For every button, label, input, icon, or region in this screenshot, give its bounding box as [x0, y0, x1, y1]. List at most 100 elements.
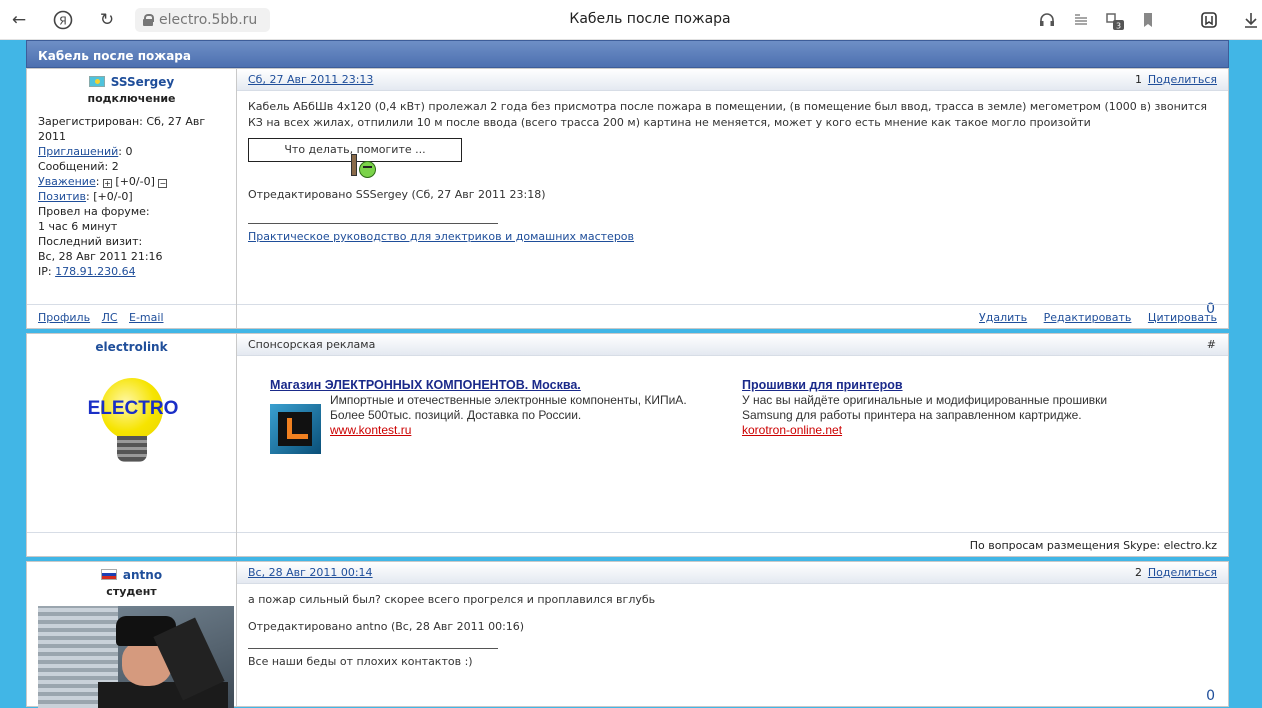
signature-text: Все наши беды от плохих контактов :)	[248, 655, 473, 668]
author-info: Зарегистрирован: Сб, 27 Авг 2011 Приглаш…	[27, 105, 236, 279]
ad-line: Импортные и отечественные электронные ко…	[330, 393, 687, 407]
ad-item: Магазин ЭЛЕКТРОННЫХ КОМПОНЕНТОВ. Москва.…	[270, 378, 740, 454]
minus-box-icon[interactable]: −	[158, 179, 168, 188]
smiley-icon	[359, 161, 376, 178]
extensions-icon[interactable]: 3	[1103, 9, 1125, 31]
author-name[interactable]: antno	[123, 568, 162, 582]
collections-icon[interactable]	[1198, 9, 1220, 31]
messages-count: Сообщений: 2	[38, 160, 119, 173]
profile-link[interactable]: Профиль	[38, 311, 90, 324]
sponsor-footer: По вопросам размещения Skype: electro.kz	[237, 532, 1228, 556]
sponsor-content: Спонсорская реклама # Магазин ЭЛЕКТРОННЫ…	[237, 334, 1228, 556]
ad-logo-icon[interactable]	[270, 404, 321, 454]
author-name-row: SSSergey	[27, 75, 236, 89]
ad-line: Более 500тыс. позиций. Доставка по Росси…	[330, 408, 582, 422]
signature-divider	[248, 223, 498, 224]
electro-logo: ELECTRO	[81, 378, 185, 470]
sign-stick-icon	[351, 154, 357, 176]
sponsor-header: Спонсорская реклама #	[237, 334, 1228, 356]
invites-value: : 0	[118, 145, 133, 158]
reload-icon[interactable]: ↻	[96, 9, 118, 31]
sponsor-post: electrolink ELECTRO Спонсорская реклама …	[26, 333, 1229, 557]
download-icon[interactable]	[1240, 9, 1262, 31]
delete-link[interactable]: Удалить	[979, 311, 1027, 324]
ad-title[interactable]: Прошивки для принтеров	[742, 378, 903, 392]
post-author-panel: SSSergey подключение Зарегистрирован: Сб…	[27, 69, 237, 328]
post-author-panel: antno студент	[27, 562, 237, 708]
post-body: Кабель АБбШв 4х120 (0,4 кВт) пролежал 2 …	[237, 91, 1228, 245]
sponsor-contact: По вопросам размещения Skype: electro.kz	[969, 539, 1217, 552]
edit-link[interactable]: Редактировать	[1044, 311, 1132, 324]
author-name[interactable]: SSSergey	[111, 75, 174, 89]
email-link[interactable]: E-mail	[129, 311, 164, 324]
post-text: а пожар сильный был? скорее всего прогре…	[248, 593, 656, 606]
svg-text:Я: Я	[59, 15, 67, 28]
registered-label: Зарегистрирован:	[38, 115, 143, 128]
forum-post: SSSergey подключение Зарегистрирован: Сб…	[26, 68, 1229, 329]
forum-topic: Кабель после пожара SSSergey подключение…	[26, 40, 1229, 708]
browser-toolbar: ← Я ↻ electro.5bb.ru Кабель после пожара…	[0, 0, 1262, 40]
edited-note: Отредактировано SSSergey (Сб, 27 Авг 201…	[248, 188, 546, 201]
back-arrow-icon[interactable]: ←	[8, 9, 30, 31]
signature-link[interactable]: Практическое руководство для электриков …	[248, 230, 634, 243]
ad-line: Samsung для работы принтера на заправлен…	[742, 408, 1082, 422]
headphones-icon[interactable]	[1036, 9, 1058, 31]
electro-logo-text: ELECTRO	[87, 398, 179, 419]
time-on-forum: 1 час 6 минут	[38, 220, 118, 233]
post-header: Сб, 27 Авг 2011 23:13 1 Поделиться	[237, 69, 1228, 91]
yandex-icon[interactable]: Я	[52, 9, 74, 31]
post-number: 2	[1135, 566, 1142, 579]
signature-divider	[248, 648, 498, 649]
sponsor-footer-left	[27, 532, 236, 556]
bulb-base	[117, 436, 147, 462]
time-on-forum-label: Провел на форуме:	[38, 205, 150, 218]
edited-note: Отредактировано antno (Вс, 28 Авг 2011 0…	[248, 620, 525, 633]
share-link[interactable]: Поделиться	[1148, 73, 1217, 86]
respect-link[interactable]: Уважение	[38, 175, 96, 188]
positive-value: : [+0/-0]	[86, 190, 133, 203]
sponsor-label: Спонсорская реклама	[248, 338, 376, 351]
url-text: electro.5bb.ru	[159, 12, 258, 28]
post-actions: Удалить Редактировать Цитировать	[237, 304, 1228, 328]
sponsor-author-panel: electrolink ELECTRO	[27, 334, 237, 556]
last-visit-label: Последний визит:	[38, 235, 143, 248]
ip-label: IP:	[38, 265, 52, 278]
post-body: а пожар сильный был? скорее всего прогре…	[237, 584, 1228, 670]
post-date-link[interactable]: Сб, 27 Авг 2011 23:13	[248, 73, 373, 86]
sponsor-hash[interactable]: #	[1207, 338, 1216, 351]
reader-mode-icon[interactable]	[1070, 9, 1092, 31]
post-text: Кабель АБбШв 4х120 (0,4 кВт) пролежал 2 …	[248, 100, 1207, 129]
post-content: Вс, 28 Авг 2011 00:14 2 Поделиться а пож…	[237, 562, 1228, 706]
address-bar[interactable]: electro.5bb.ru	[135, 8, 270, 32]
ad-url[interactable]: www.kontest.ru	[330, 423, 411, 437]
avatar	[38, 606, 234, 708]
ad-url[interactable]: korotron-online.net	[742, 423, 842, 437]
plus-box-icon[interactable]: +	[102, 179, 112, 188]
forum-post: antno студент Вс, 28 Авг 2011 00:14 2 По…	[26, 561, 1229, 708]
last-visit: Вс, 28 Авг 2011 21:16	[38, 250, 163, 263]
rating-value[interactable]: 0	[1206, 688, 1215, 704]
topic-title-bar: Кабель после пожара	[26, 40, 1229, 68]
lock-icon	[143, 14, 154, 26]
author-links: Профиль ЛС E-mail	[27, 304, 236, 328]
ad-line: У нас вы найдёте оригинальные и модифици…	[742, 393, 1108, 407]
ad-title[interactable]: Магазин ЭЛЕКТРОННЫХ КОМПОНЕНТОВ. Москва.	[270, 378, 581, 392]
ad-item: Прошивки для принтеров У нас вы найдёте …	[742, 378, 1212, 438]
svg-text:3: 3	[1116, 22, 1121, 31]
post-date-link[interactable]: Вс, 28 Авг 2011 00:14	[248, 566, 373, 579]
kazakhstan-flag-icon	[88, 76, 105, 87]
share-link[interactable]: Поделиться	[1148, 566, 1217, 579]
ip-link[interactable]: 178.91.230.64	[55, 265, 135, 278]
bookmark-icon[interactable]	[1137, 9, 1159, 31]
invites-link[interactable]: Приглашений	[38, 145, 118, 158]
author-name-row: antno	[27, 568, 236, 582]
page-title: Кабель после пожара	[569, 11, 731, 27]
quote-link[interactable]: Цитировать	[1148, 311, 1217, 324]
russia-flag-icon	[100, 569, 117, 580]
post-content: Сб, 27 Авг 2011 23:13 1 Поделиться Кабел…	[237, 69, 1228, 328]
respect-value: [+0/-0]	[115, 175, 155, 188]
pm-link[interactable]: ЛС	[102, 311, 118, 324]
author-rank: студент	[106, 585, 157, 598]
sponsor-author-name[interactable]: electrolink	[27, 340, 236, 354]
positive-link[interactable]: Позитив	[38, 190, 86, 203]
